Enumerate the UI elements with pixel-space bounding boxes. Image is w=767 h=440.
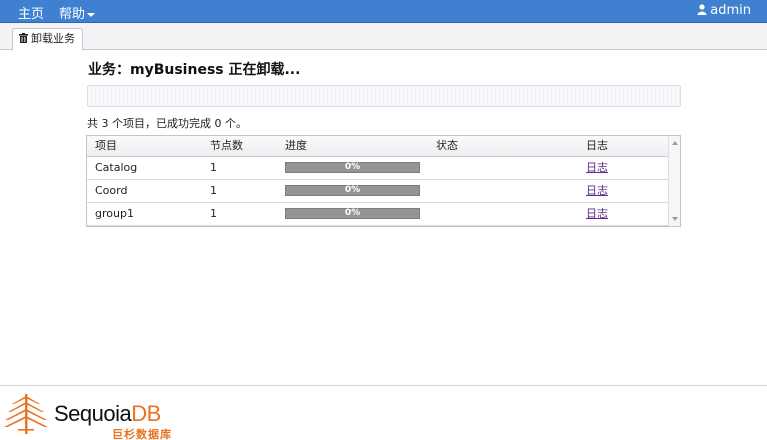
chevron-down-icon bbox=[87, 12, 96, 17]
scroll-up-icon[interactable] bbox=[672, 141, 678, 145]
logo-wordmark-main: Sequoia bbox=[54, 401, 132, 426]
task-table: 项目 节点数 进度 状态 日志 Catalog 1 0% 日志 Coord 1 … bbox=[86, 135, 681, 227]
row-nodes: 1 bbox=[210, 161, 217, 174]
row-progress-label: 0% bbox=[344, 162, 361, 172]
sequoiadb-logo: SequoiaDB 巨杉数据库 bbox=[4, 392, 204, 440]
sequoia-tree-icon bbox=[4, 394, 48, 434]
nav-help-menu[interactable]: 帮助 bbox=[59, 3, 96, 22]
row-progress-bar: 0% bbox=[285, 208, 420, 219]
task-title: 业务：myBusiness 正在卸载... bbox=[88, 62, 301, 78]
scroll-down-icon[interactable] bbox=[672, 217, 678, 221]
logo-subtitle: 巨杉数据库 bbox=[112, 428, 172, 440]
logo-wordmark-accent: DB bbox=[131, 401, 161, 426]
table-scrollbar[interactable] bbox=[668, 136, 680, 226]
tab-uninstall-business[interactable]: 卸载业务 bbox=[12, 28, 83, 51]
row-nodes: 1 bbox=[210, 207, 217, 220]
user-menu[interactable]: admin bbox=[697, 3, 751, 18]
column-header-status[interactable]: 状态 bbox=[436, 136, 458, 156]
row-progress-label: 0% bbox=[344, 208, 361, 218]
row-item: Catalog bbox=[95, 161, 138, 174]
column-header-log[interactable]: 日志 bbox=[586, 136, 608, 156]
row-nodes: 1 bbox=[210, 184, 217, 197]
user-icon bbox=[697, 4, 707, 15]
tab-strip: 卸载业务 bbox=[0, 23, 767, 51]
nav-help-label: 帮助 bbox=[59, 7, 86, 22]
row-log-link[interactable]: 日志 bbox=[586, 203, 608, 225]
table-row: Catalog 1 0% 日志 bbox=[87, 157, 669, 180]
row-log-link[interactable]: 日志 bbox=[586, 180, 608, 202]
row-log-link[interactable]: 日志 bbox=[586, 157, 608, 179]
task-summary: 共 3 个项目，已成功完成 0 个。 bbox=[87, 117, 247, 130]
table-header-row: 项目 节点数 进度 状态 日志 bbox=[87, 136, 669, 157]
column-header-item[interactable]: 项目 bbox=[95, 136, 117, 156]
top-nav-bar: 主页 帮助 admin bbox=[0, 0, 767, 23]
user-name: admin bbox=[710, 3, 751, 18]
row-item: Coord bbox=[95, 184, 128, 197]
row-progress-bar: 0% bbox=[285, 185, 420, 196]
column-header-nodes[interactable]: 节点数 bbox=[210, 136, 243, 156]
column-header-progress[interactable]: 进度 bbox=[285, 136, 307, 156]
tab-label: 卸载业务 bbox=[31, 32, 75, 45]
table-row: group1 1 0% 日志 bbox=[87, 203, 669, 226]
nav-home-link[interactable]: 主页 bbox=[18, 3, 44, 22]
footer: SequoiaDB 巨杉数据库 bbox=[0, 385, 767, 440]
row-item: group1 bbox=[95, 207, 134, 220]
overall-progress-bar bbox=[87, 85, 681, 107]
row-progress-bar: 0% bbox=[285, 162, 420, 173]
trash-icon bbox=[19, 33, 28, 43]
logo-wordmark: SequoiaDB bbox=[54, 401, 161, 427]
row-progress-label: 0% bbox=[344, 185, 361, 195]
table-row: Coord 1 0% 日志 bbox=[87, 180, 669, 203]
